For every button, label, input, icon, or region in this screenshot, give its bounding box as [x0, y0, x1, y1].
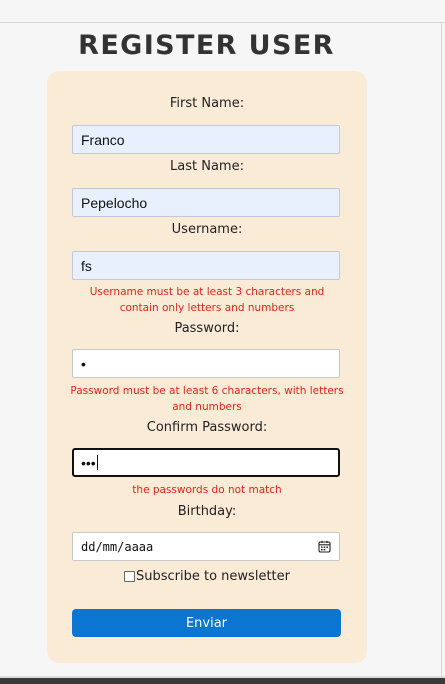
last-name-label: Last Name: [170, 159, 244, 174]
username-error-line1: Username must be at least 3 characters a… [89, 286, 325, 298]
scrollbar-edge [441, 22, 442, 676]
username-value: fs [81, 257, 92, 274]
confirm-password-masked-value: ••• [81, 454, 96, 471]
username-input[interactable]: fs [72, 251, 340, 280]
last-name-value: Pepelocho [81, 194, 148, 211]
password-masked-value: • [81, 355, 86, 372]
password-error-line2: and numbers [172, 401, 242, 413]
confirm-password-input[interactable]: ••• [72, 448, 340, 477]
first-name-input[interactable]: Franco [72, 125, 340, 154]
password-error-line1: Password must be at least 6 characters, … [70, 385, 344, 397]
password-label: Password: [174, 321, 240, 336]
taskbar-edge [0, 678, 445, 684]
birthday-placeholder: dd/mm/aaaa [81, 539, 154, 554]
newsletter-label[interactable]: Subscribe to newsletter [136, 569, 290, 584]
browser-chrome-edge [0, 0, 445, 23]
username-error-line2: contain only letters and numbers [119, 302, 295, 314]
birthday-date-input[interactable]: dd/mm/aaaa [72, 532, 340, 561]
confirm-password-error: the passwords do not match [132, 484, 282, 496]
username-label: Username: [171, 222, 243, 237]
password-input[interactable]: • [72, 349, 340, 378]
page-title: REGISTER USER [78, 30, 335, 61]
birthday-label: Birthday: [177, 504, 237, 519]
confirm-password-label: Confirm Password: [146, 420, 268, 435]
newsletter-row: Subscribe to newsletter [47, 569, 367, 584]
submit-button[interactable]: Enviar [72, 609, 341, 637]
first-name-value: Franco [81, 131, 125, 148]
newsletter-checkbox[interactable] [124, 571, 135, 582]
last-name-input[interactable]: Pepelocho [72, 188, 340, 217]
calendar-icon[interactable] [318, 540, 331, 553]
first-name-label: First Name: [169, 96, 245, 111]
text-caret [96, 455, 98, 470]
